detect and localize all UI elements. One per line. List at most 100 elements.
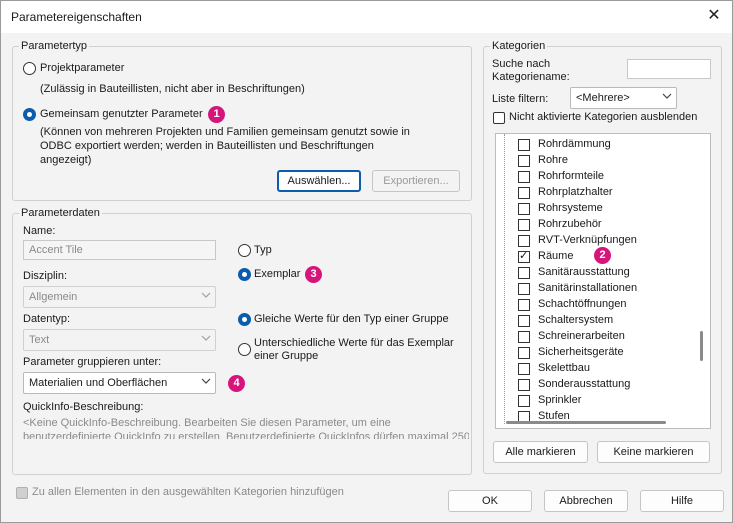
- list-item[interactable]: Rohrplatzhalter: [496, 185, 696, 201]
- category-checkbox[interactable]: [518, 155, 530, 167]
- gemeinsam-label[interactable]: Gemeinsam genutzter Parameter: [40, 108, 203, 120]
- badge-2: 2: [594, 247, 611, 264]
- category-checkbox[interactable]: [518, 267, 530, 279]
- keine-markieren-button[interactable]: Keine markieren: [597, 441, 710, 463]
- typ-label[interactable]: Typ: [254, 244, 272, 256]
- category-checkbox[interactable]: [518, 203, 530, 215]
- name-field[interactable]: Accent Tile: [23, 240, 216, 260]
- chevron-down-icon: [662, 93, 672, 99]
- hide-unchecked-checkbox[interactable]: [493, 112, 505, 124]
- list-item[interactable]: Skelettbau: [496, 361, 696, 377]
- gleiche-werte-radio[interactable]: [238, 313, 251, 326]
- exemplar-label[interactable]: Exemplar: [254, 268, 300, 280]
- quickinfo-label: QuickInfo-Beschreibung:: [23, 401, 144, 413]
- list-item[interactable]: Sanitärinstallationen: [496, 281, 696, 297]
- category-label: Sicherheitsgeräte: [538, 346, 624, 358]
- gruppieren-select[interactable]: Materialien und Oberflächen: [23, 372, 216, 394]
- alle-markieren-button[interactable]: Alle markieren: [493, 441, 588, 463]
- category-checkbox[interactable]: [518, 171, 530, 183]
- parametertyp-legend: Parametertyp: [19, 40, 90, 52]
- hilfe-button[interactable]: Hilfe: [640, 490, 724, 512]
- category-checkbox[interactable]: [518, 139, 530, 151]
- dialog-title: Parametereigenschaften: [11, 10, 142, 24]
- close-icon[interactable]: ✕: [704, 6, 724, 26]
- filter-value: <Mehrere>: [576, 92, 630, 104]
- chevron-down-icon: [201, 378, 211, 384]
- category-label: Räume: [538, 250, 574, 262]
- category-checkbox[interactable]: [518, 363, 530, 375]
- category-checkbox[interactable]: [518, 315, 530, 327]
- category-label: Rohrdämmung: [538, 138, 611, 150]
- list-item[interactable]: Rohrdämmung: [496, 137, 696, 153]
- category-checkbox[interactable]: [518, 235, 530, 247]
- list-item[interactable]: Rohrzubehör: [496, 217, 696, 233]
- dialog-window: Parametereigenschaften ✕ Parametertyp Pr…: [0, 0, 733, 523]
- list-item[interactable]: Schachtöffnungen: [496, 297, 696, 313]
- exemplar-radio[interactable]: [238, 268, 251, 281]
- horizontal-scrollbar-thumb[interactable]: [506, 421, 666, 424]
- category-label: Skelettbau: [538, 362, 590, 374]
- category-label: Rohrzubehör: [538, 218, 602, 230]
- category-checkbox[interactable]: [518, 187, 530, 199]
- add-all-checkbox[interactable]: [16, 487, 28, 499]
- category-checkbox[interactable]: [518, 347, 530, 359]
- category-checkbox[interactable]: [518, 331, 530, 343]
- quickinfo-text-line-1: <Keine QuickInfo-Beschreibung. Bearbeite…: [23, 417, 391, 429]
- datentyp-value: Text: [29, 334, 50, 346]
- list-item[interactable]: Rohrformteile: [496, 169, 696, 185]
- abbrechen-button[interactable]: Abbrechen: [544, 490, 628, 512]
- datentyp-select[interactable]: Text: [23, 329, 216, 351]
- category-label: Rohrsysteme: [538, 202, 603, 214]
- category-checkbox[interactable]: [518, 219, 530, 231]
- category-checkbox[interactable]: [518, 299, 530, 311]
- auswaehlen-button[interactable]: Auswählen...: [277, 170, 361, 192]
- list-item[interactable]: Sonderausstattung: [496, 377, 696, 393]
- category-label: Schreinerarbeiten: [538, 330, 625, 342]
- filter-label: Liste filtern:: [492, 93, 549, 105]
- quickinfo-text-line-2: benutzerdefinierte QuickInfo zu erstelle…: [23, 431, 469, 439]
- list-item[interactable]: Rohre: [496, 153, 696, 169]
- category-checkbox[interactable]: [518, 283, 530, 295]
- exportieren-button[interactable]: Exportieren...: [372, 170, 460, 192]
- gemeinsam-desc-1: (Können von mehreren Projekten und Famil…: [40, 126, 410, 138]
- category-label: Schaltersystem: [538, 314, 614, 326]
- category-label: Sanitärausstattung: [538, 266, 630, 278]
- gemeinsam-radio[interactable]: [23, 108, 36, 121]
- ok-button[interactable]: OK: [448, 490, 532, 512]
- gleiche-werte-label[interactable]: Gleiche Werte für den Typ einer Gruppe: [254, 313, 449, 325]
- quickinfo-text: <Keine QuickInfo-Beschreibung. Bearbeite…: [23, 417, 469, 439]
- unterschiedliche-werte-label-2[interactable]: einer Gruppe: [254, 350, 318, 362]
- category-checkbox[interactable]: [518, 395, 530, 407]
- gruppieren-label: Parameter gruppieren unter:: [23, 356, 162, 368]
- chevron-down-icon: [201, 335, 211, 341]
- list-item[interactable]: Sicherheitsgeräte: [496, 345, 696, 361]
- category-checkbox[interactable]: [518, 249, 530, 263]
- list-item[interactable]: RVT-Verknüpfungen: [496, 233, 696, 249]
- list-item[interactable]: Rohrsysteme: [496, 201, 696, 217]
- disziplin-label: Disziplin:: [23, 270, 68, 282]
- parameterdaten-legend: Parameterdaten: [19, 207, 102, 219]
- disziplin-select[interactable]: Allgemein: [23, 286, 216, 308]
- gemeinsam-desc-3: angezeigt): [40, 154, 92, 166]
- list-item[interactable]: Sprinkler: [496, 393, 696, 409]
- vertical-scrollbar-thumb[interactable]: [700, 331, 703, 361]
- category-label: Rohrformteile: [538, 170, 605, 182]
- list-item[interactable]: Sanitärausstattung: [496, 265, 696, 281]
- category-label: RVT-Verknüpfungen: [538, 234, 637, 246]
- unterschiedliche-werte-radio[interactable]: [238, 343, 251, 356]
- disziplin-value: Allgemein: [29, 291, 78, 303]
- chevron-down-icon: [201, 292, 211, 298]
- kategorien-list[interactable]: Rohrdämmung Rohre Rohrformteile Rohrplatzha…: [495, 133, 711, 429]
- projektparameter-label[interactable]: Projektparameter: [40, 62, 124, 74]
- typ-radio[interactable]: [238, 244, 251, 257]
- projektparameter-radio[interactable]: [23, 62, 36, 75]
- unterschiedliche-werte-label-1[interactable]: Unterschiedliche Werte für das Exemplar: [254, 337, 454, 349]
- filter-select[interactable]: <Mehrere>: [570, 87, 677, 109]
- hide-unchecked-label[interactable]: Nicht aktivierte Kategorien ausblenden: [509, 111, 697, 123]
- category-checkbox[interactable]: [518, 379, 530, 391]
- list-item[interactable]: Schaltersystem: [496, 313, 696, 329]
- title-bar: Parametereigenschaften ✕: [1, 1, 732, 33]
- list-item[interactable]: Schreinerarbeiten: [496, 329, 696, 345]
- suche-input[interactable]: [627, 59, 711, 79]
- projektparameter-desc: (Zulässig in Bauteillisten, nicht aber i…: [40, 83, 305, 95]
